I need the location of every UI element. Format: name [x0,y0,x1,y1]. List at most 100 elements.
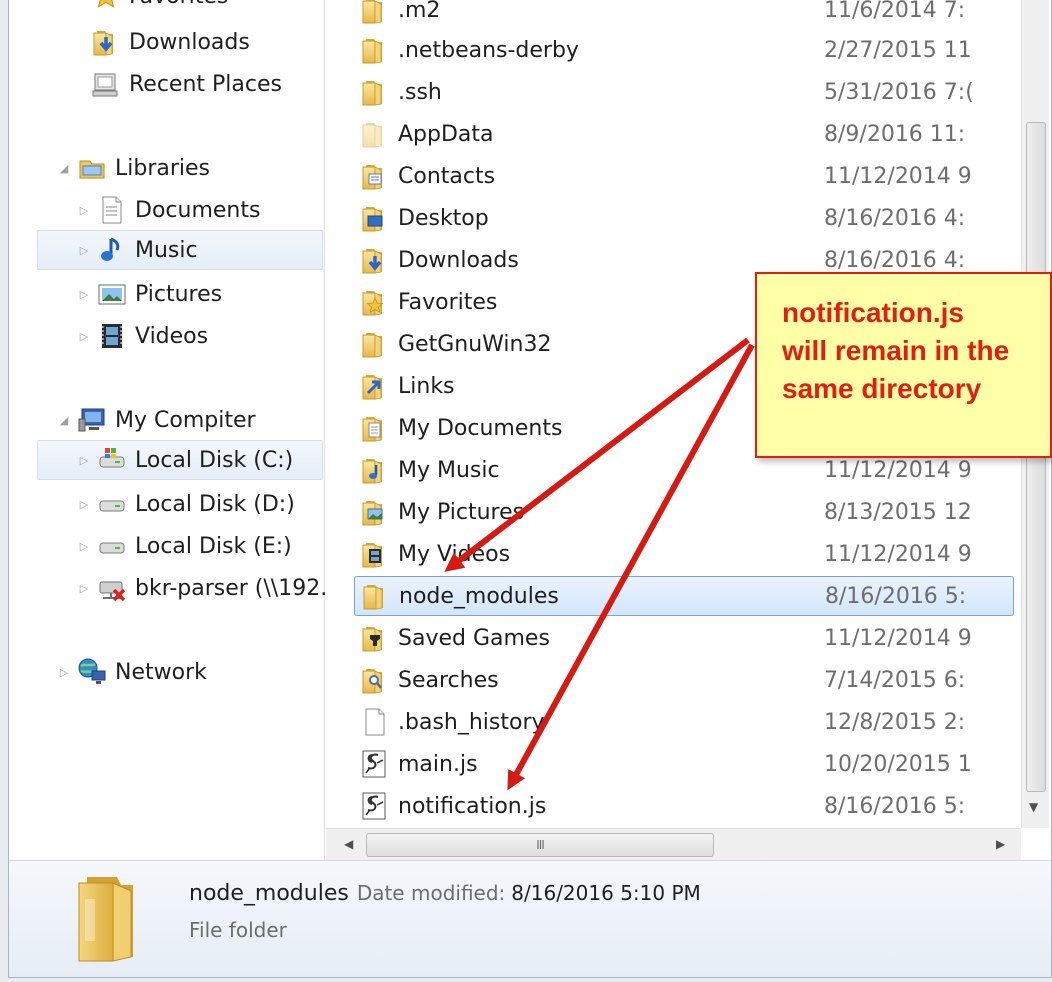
file-name: node_modules [399,583,559,609]
expand-arrow-icon[interactable]: ▷ [77,581,91,595]
file-name: .ssh [398,79,442,105]
scroll-down-arrow-icon[interactable]: ▼ [1029,800,1038,814]
scroll-grip: III [536,838,545,852]
links-folder-icon [360,371,390,401]
expand-arrow-icon[interactable]: ▷ [57,665,71,679]
file-row[interactable]: Desktop 8/16/2016 4: [354,198,1014,238]
file-name: Favorites [398,289,498,315]
file-date: 8/13/2015 12 [824,499,972,525]
nav-label: Favorites [129,0,228,9]
nav-label: Libraries [115,155,211,181]
nav-item-bkr-parser[interactable]: ▷ bkr-parser (\\192. [77,568,327,608]
documents-icon [97,195,127,225]
file-date: 11/12/2014 9 [824,625,972,651]
file-date: 8/16/2016 4: [824,205,966,231]
file-row[interactable]: .netbeans-derby 2/27/2015 11 [354,30,1014,70]
nav-item-my-compiter[interactable]: ◢ My Compiter [57,400,256,440]
file-name: .bash_history [398,709,545,735]
recent-places-icon [91,69,121,99]
file-name: AppData [398,121,494,147]
details-pane: node_modules Date modified: 8/16/2016 5:10… [9,860,1051,977]
collapse-arrow-icon[interactable]: ◢ [57,413,71,427]
nav-item-local-disk-c[interactable]: ▷ Local Disk (C:) [37,440,323,480]
file-date: 8/9/2016 11: [824,121,966,147]
details-date-label: Date modified: [356,881,506,905]
file-date: 8/16/2016 5: [824,793,966,819]
videos-icon [97,321,127,351]
blank-file-icon [360,707,390,737]
nav-label: Downloads [129,29,250,55]
callout-line: will remain in the [782,335,1010,366]
nav-item-videos[interactable]: ▷ Videos [77,316,208,356]
horizontal-scrollbar[interactable]: ◀ III ▶ [326,828,1021,860]
file-date: 8/16/2016 4: [824,247,966,273]
system-drive-icon [97,445,127,475]
expand-arrow-icon[interactable]: ▷ [77,329,91,343]
file-name: notification.js [398,793,547,819]
file-row[interactable]: Searches 7/14/2015 6: [354,660,1014,700]
expand-arrow-icon[interactable]: ▷ [77,453,91,467]
file-date: 11/6/2014 7: [824,0,966,23]
expand-arrow-icon[interactable]: ▷ [77,497,91,511]
file-date: 7/14/2015 6: [824,667,966,693]
file-row[interactable]: Saved Games 11/12/2014 9 [354,618,1014,658]
folder-icon [360,0,390,25]
scroll-right-arrow-icon[interactable]: ▶ [996,837,1005,851]
nav-item-downloads[interactable]: Downloads [91,22,250,62]
nav-label: Network [115,659,207,685]
file-row[interactable]: .bash_history 12/8/2015 2: [354,702,1014,742]
callout-line: same directory [782,373,982,404]
downloads-folder-icon [91,27,121,57]
callout-line: notification.js [782,297,964,328]
nav-label: Pictures [135,281,223,307]
nav-item-local-disk-d[interactable]: ▷ Local Disk (D:) [77,484,295,524]
file-date: 11/12/2014 9 [824,541,972,567]
nav-item-recent-places[interactable]: Recent Places [91,64,282,104]
file-name: Downloads [398,247,519,273]
file-row[interactable]: AppData 8/9/2016 11: [354,114,1014,154]
horizontal-scroll-thumb[interactable]: III [366,833,714,857]
file-date: 12/8/2015 2: [824,709,966,735]
nav-item-documents[interactable]: ▷ Documents [77,190,260,230]
desktop-folder-icon [360,203,390,233]
music-icon [97,235,127,265]
file-date: 10/20/2015 1 [824,751,972,777]
expand-arrow-icon[interactable]: ▷ [77,203,91,217]
file-row[interactable]: main.js 10/20/2015 1 [354,744,1014,784]
disconnected-network-drive-icon [97,573,127,603]
network-icon [77,657,107,687]
file-name: My Pictures [398,499,525,525]
expand-arrow-icon[interactable]: ▷ [77,287,91,301]
nav-item-favorites[interactable]: Favorites [91,0,228,16]
computer-icon [77,405,107,435]
collapse-arrow-icon[interactable]: ◢ [57,161,71,175]
pictures-folder-icon [360,497,390,527]
nav-item-local-disk-e[interactable]: ▷ Local Disk (E:) [77,526,292,566]
documents-folder-icon [360,413,390,443]
expand-arrow-icon[interactable]: ▷ [77,539,91,553]
annotation-callout: notification.js will remain in the same … [755,272,1052,458]
file-row[interactable]: My Pictures 8/13/2015 12 [354,492,1014,532]
navigation-pane: Favorites Downloads Recent Places ◢ Libr… [9,0,327,860]
nav-item-music[interactable]: ▷ Music [37,230,323,270]
contacts-folder-icon [360,161,390,191]
file-row[interactable]: .ssh 5/31/2016 7:( [354,72,1014,112]
nav-label: Documents [135,197,261,223]
file-row[interactable]: Contacts 11/12/2014 9 [354,156,1014,196]
file-date: 11/12/2014 9 [824,163,972,189]
favorites-folder-icon [360,287,390,317]
scroll-left-arrow-icon[interactable]: ◀ [344,837,353,851]
nav-label: Videos [135,323,209,349]
saved-games-folder-icon [360,623,390,653]
expand-arrow-icon[interactable]: ▷ [77,243,91,257]
nav-item-libraries[interactable]: ◢ Libraries [57,148,210,188]
file-name: My Documents [398,415,563,441]
nav-item-network[interactable]: ▷ Network [57,652,207,692]
file-row[interactable]: notification.js 8/16/2016 5: [354,786,1014,826]
file-row[interactable]: .m2 11/6/2014 7: [354,0,1014,30]
file-name: Searches [398,667,499,693]
nav-label: Local Disk (D:) [135,491,295,517]
file-row-selected[interactable]: node_modules 8/16/2016 5: [354,576,1014,616]
nav-item-pictures[interactable]: ▷ Pictures [77,274,222,314]
file-row[interactable]: My Videos 11/12/2014 9 [354,534,1014,574]
